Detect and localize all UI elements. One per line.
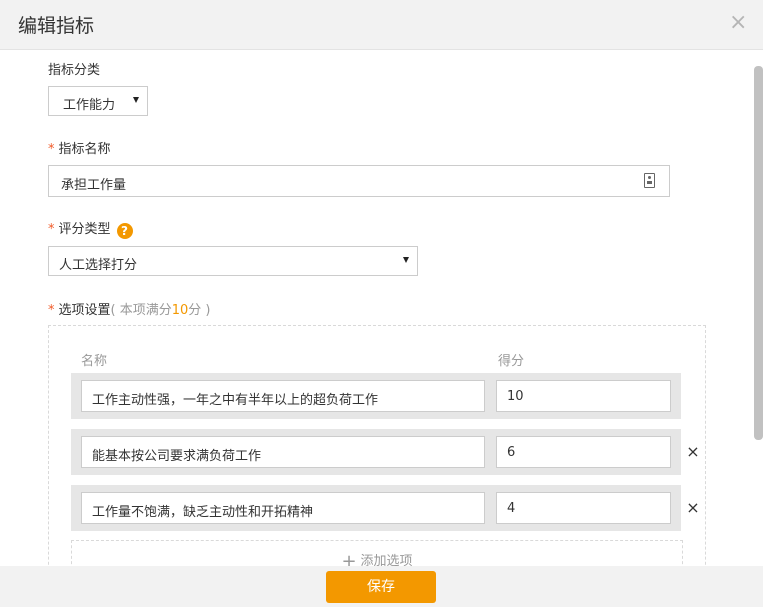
- options-hint-prefix: ( 本项满分: [110, 303, 172, 318]
- required-mark: *: [48, 222, 55, 237]
- option-name-input[interactable]: 工作量不饱满，缺乏主动性和开拓精神: [81, 492, 485, 524]
- plus-icon: +: [341, 551, 357, 566]
- column-header-score: 得分: [498, 354, 525, 369]
- help-icon[interactable]: ?: [116, 223, 133, 239]
- close-icon[interactable]: ×: [729, 12, 747, 34]
- indicator-name-label: * 指标名称: [48, 138, 111, 157]
- option-score-input[interactable]: 4: [496, 492, 671, 524]
- options-hint: ( 本项满分10分 ): [111, 303, 211, 318]
- category-label: 指标分类: [48, 63, 101, 78]
- score-type-label-text: 评分类型: [58, 222, 111, 237]
- indicator-name-value: 承担工作量: [61, 178, 127, 193]
- option-row: 工作量不饱满，缺乏主动性和开拓精神 4: [71, 485, 681, 531]
- options-label: * 选项设置( 本项满分10分 ): [48, 299, 211, 318]
- required-mark: *: [48, 142, 55, 157]
- option-name-input[interactable]: 能基本按公司要求满负荷工作: [81, 436, 485, 468]
- option-score-input[interactable]: 6: [496, 436, 671, 468]
- scrollbar-thumb[interactable]: [754, 66, 763, 440]
- remove-option-icon[interactable]: ×: [686, 500, 700, 516]
- option-name-input[interactable]: 工作主动性强，一年之中有半年以上的超负荷工作: [81, 380, 485, 412]
- save-button[interactable]: 保存: [326, 571, 436, 603]
- indicator-name-input[interactable]: 承担工作量: [48, 165, 670, 197]
- option-score-input[interactable]: 10: [496, 380, 671, 412]
- caret-down-icon: [403, 257, 409, 263]
- dialog-header: 编辑指标 ×: [0, 0, 763, 50]
- add-option-button[interactable]: + 添加选项: [71, 540, 683, 566]
- caret-down-icon: [133, 97, 139, 103]
- contact-card-icon[interactable]: [644, 173, 655, 188]
- options-hint-value: 10: [171, 303, 189, 318]
- required-mark: *: [48, 303, 55, 318]
- category-select[interactable]: 工作能力: [48, 86, 148, 116]
- option-row: 能基本按公司要求满负荷工作 6: [71, 429, 681, 475]
- add-option-label: 添加选项: [360, 554, 413, 566]
- dialog-footer: 保存: [0, 566, 763, 607]
- column-header-name: 名称: [81, 354, 108, 369]
- score-type-select-value: 人工选择打分: [59, 258, 138, 273]
- dialog-title: 编辑指标: [18, 15, 95, 37]
- score-type-select[interactable]: 人工选择打分: [48, 246, 418, 276]
- category-select-value: 工作能力: [63, 98, 116, 113]
- options-label-text: 选项设置: [58, 303, 111, 318]
- indicator-name-label-text: 指标名称: [58, 142, 111, 157]
- score-type-label: * 评分类型?: [48, 218, 133, 239]
- remove-option-icon[interactable]: ×: [686, 444, 700, 460]
- dialog-body: 指标分类 工作能力 * 指标名称 承担工作量 * 评分类型? 人工选择打分 * 选项设…: [0, 50, 763, 566]
- options-hint-suffix: 分 ): [188, 303, 211, 318]
- option-row: 工作主动性强，一年之中有半年以上的超负荷工作 10: [71, 373, 681, 419]
